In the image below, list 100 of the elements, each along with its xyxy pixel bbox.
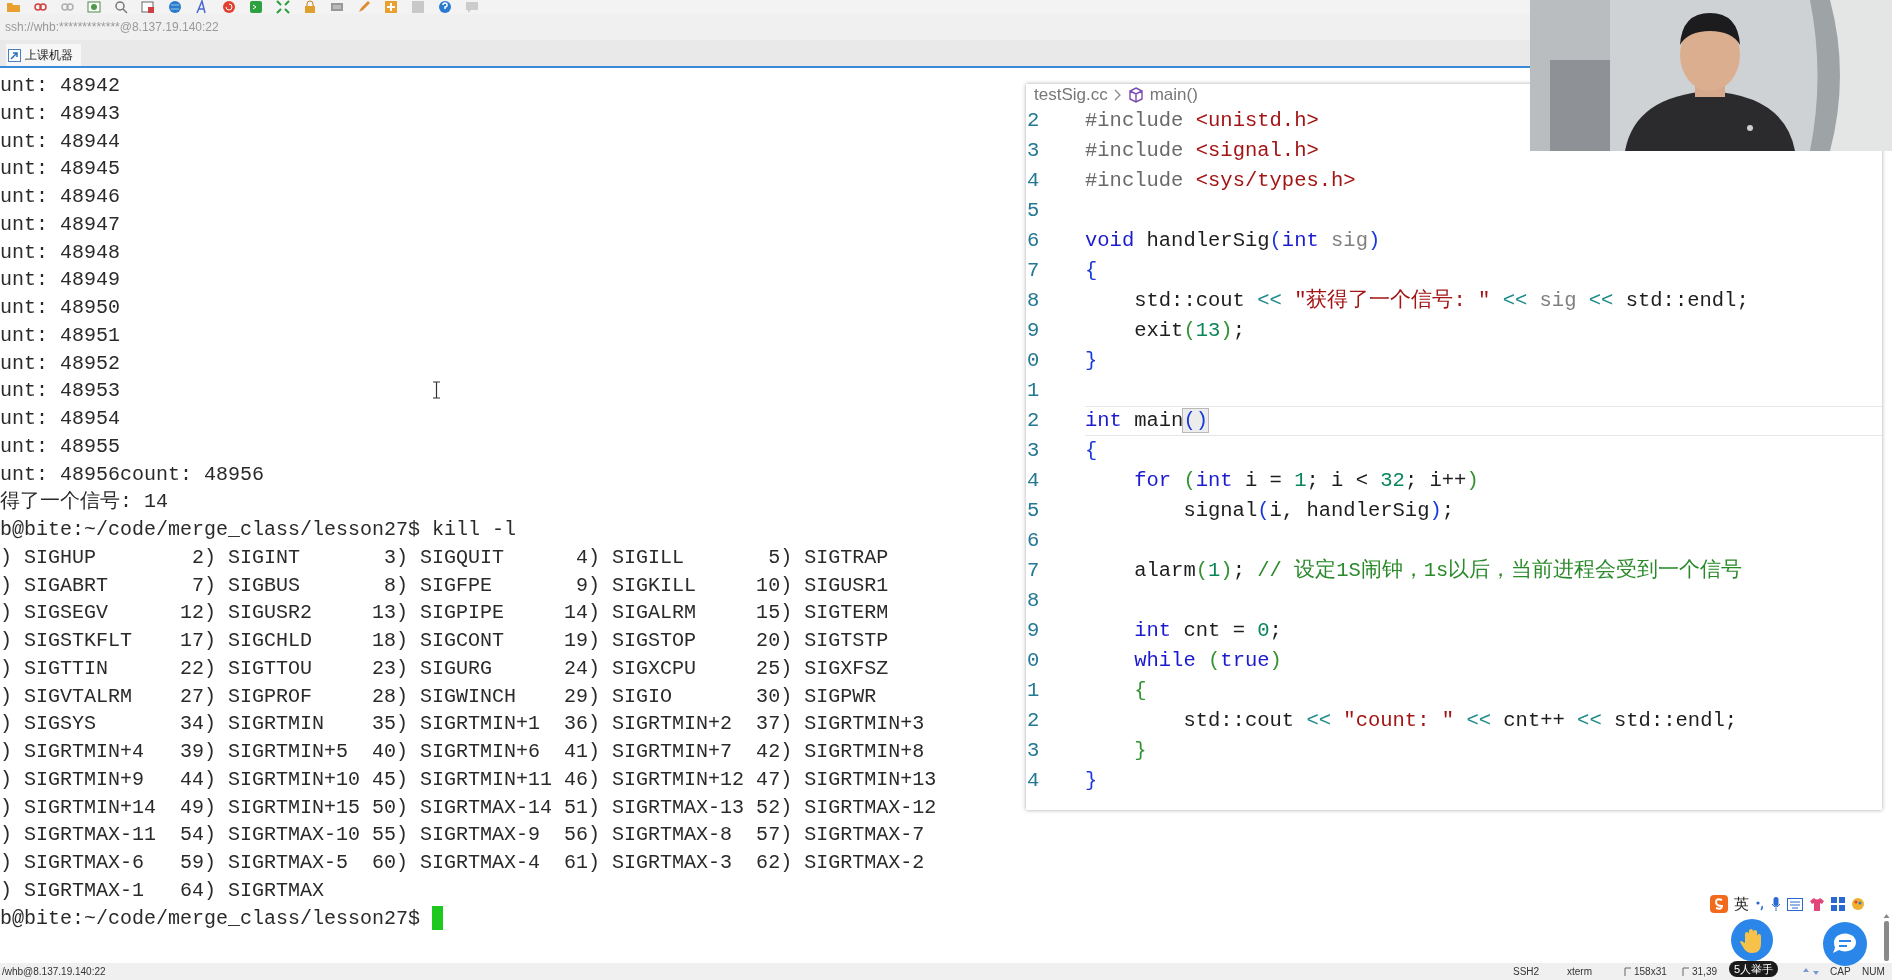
terminal-line: unt: 48955 [0, 433, 121, 460]
arrows-icon [1802, 967, 1820, 976]
line-number: 0 [1026, 348, 1041, 374]
link-icon[interactable] [60, 0, 74, 14]
code-line: signal(i, handlerSig); [1182, 499, 1455, 522]
line-number: 6 [1026, 528, 1041, 554]
terminal-line: unt: 48951 [0, 322, 121, 349]
code-line: void handlerSig(int sig) [1085, 229, 1381, 252]
terminal-line: unt: 48942 [0, 73, 121, 99]
line-number: 4 [1026, 168, 1041, 194]
terminal-line: unt: 48956count: 48956 [0, 461, 265, 488]
keyboard-icon[interactable] [1787, 897, 1803, 911]
expand-icon[interactable] [276, 0, 290, 14]
help-icon[interactable] [438, 0, 452, 14]
line-number: 2 [1026, 708, 1041, 734]
session-tab[interactable]: 上课机器 [6, 44, 81, 66]
search-icon[interactable] [114, 0, 128, 14]
input-mode[interactable]: 英 [1734, 894, 1749, 914]
code-line: #include <sys/types.h> [1085, 169, 1356, 192]
line-number: 1 [1026, 378, 1041, 404]
terminal-icon[interactable] [249, 0, 263, 14]
terminal-line: ) SIGSTKFLT 17) SIGCHLD 18) SIGCONT 19) SIGSTOP 20) SIGTSTP [0, 628, 889, 654]
lock-icon[interactable] [303, 0, 317, 14]
window-icon[interactable] [141, 0, 155, 14]
code-line: { [1085, 439, 1098, 462]
shirt-icon[interactable] [1809, 897, 1825, 911]
code-line: std::cout << "count: " << cnt++ << std::endl; [1182, 709, 1738, 732]
code-line: std::cout << "获得了一个信号: " << sig << std::endl; [1133, 289, 1749, 312]
text-cursor-icon [432, 381, 441, 399]
address-text: ssh://whb:*************@8.137.19.140:22 [5, 20, 219, 34]
ime-logo-icon[interactable] [1710, 895, 1728, 913]
paint-icon[interactable] [1851, 897, 1865, 911]
code-line: { [1133, 679, 1147, 702]
terminal-line: ) SIGABRT 7) SIGBUS 8) SIGFPE 9) SIGKILL 10) SIGUSR1 [0, 572, 889, 599]
status-item: NUM [1862, 966, 1885, 977]
grid-icon[interactable] [1831, 897, 1845, 911]
terminal-line: ) SIGSYS 34) SIGRTMIN 35) SIGRTMIN+1 36) SIGRTMIN+2 37) SIGRTMIN+3 [0, 711, 925, 738]
hand-raise-count: 5人举手 [1729, 961, 1779, 977]
terminal-line: unt: 48952 [0, 350, 121, 377]
chat-icon[interactable] [1823, 922, 1867, 966]
terminal-line: b@bite:~/code/merge_class/lesson27$ kill -l [0, 517, 517, 543]
code-line: #include <signal.h> [1085, 139, 1319, 162]
hand-raise-icon[interactable] [1731, 919, 1773, 961]
plus-icon[interactable] [384, 0, 398, 14]
keyboard-icon[interactable] [330, 0, 344, 14]
code-line: { [1085, 259, 1098, 282]
status-item: SSH2 [1513, 966, 1540, 977]
globe-icon[interactable] [168, 0, 182, 14]
terminal-line: ) SIGSEGV 12) SIGUSR2 13) SIGPIPE 14) SIGALRM 15) SIGTERM [0, 600, 889, 627]
host-text: /whb@8.137.19.140:22 [2, 966, 106, 977]
status-item: CAP [1830, 966, 1851, 977]
chevron-icon [1113, 89, 1122, 101]
terminal-line: ) SIGRTMAX-6 59) SIGRTMAX-5 60) SIGRTMAX-4 61) SIGRTMAX-3 62) SIGRTMAX-2 [0, 850, 925, 876]
terminal-line: unt: 48943 [0, 100, 121, 127]
code-line: } [1085, 769, 1098, 792]
line-number: 6 [1026, 228, 1041, 254]
terminal-line: ) SIGRTMIN+14 49) SIGRTMIN+15 50) SIGRTMAX-14 51) SIGRTMAX-13 52) SIGRTMAX-12 [0, 794, 937, 821]
code-line: exit(13); [1133, 319, 1245, 342]
link-icon[interactable] [33, 0, 47, 14]
code-line: } [1085, 349, 1098, 372]
corner-icon [1682, 967, 1689, 976]
line-number: 3 [1026, 438, 1041, 464]
corner-icon [1624, 967, 1631, 976]
status-item: 158x31 [1634, 966, 1667, 977]
line-number: 5 [1026, 198, 1041, 224]
terminal-cursor [432, 906, 444, 931]
terminal-line: unt: 48954 [0, 406, 121, 432]
scrollbar[interactable] [1882, 913, 1891, 963]
line-number: 8 [1026, 588, 1041, 614]
line-number: 9 [1026, 618, 1041, 644]
line-number: 0 [1026, 648, 1041, 674]
terminal-line: unt: 48946 [0, 184, 121, 210]
terminal-line: unt: 48948 [0, 239, 121, 266]
microphone-icon[interactable] [1771, 896, 1781, 912]
swirl-icon[interactable] [222, 0, 236, 14]
cube-icon [1127, 87, 1144, 103]
terminal-line: unt: 48945 [0, 156, 121, 183]
terminal-line: ) SIGRTMIN+4 39) SIGRTMIN+5 40) SIGRTMIN+6 41) SIGRTMIN+7 42) SIGRTMIN+8 [0, 739, 925, 765]
terminal-line: unt: 48949 [0, 267, 121, 294]
terminal-line: ) SIGRTMAX-11 54) SIGRTMAX-10 55) SIGRTMAX-9 56) SIGRTMAX-8 57) SIGRTMAX-7 [0, 822, 925, 849]
breadcrumb-item[interactable]: main() [1149, 85, 1198, 105]
terminal-line: 得了一个信号: 14 [0, 489, 168, 516]
code-line: int main() [1085, 409, 1209, 432]
code-line: int cnt = 0; [1133, 619, 1282, 642]
status-item: xterm [1567, 966, 1592, 977]
terminal-prompt: b@bite:~/code/merge_class/lesson27$ [0, 905, 422, 932]
line-number: 7 [1026, 558, 1041, 584]
line-number: 3 [1026, 738, 1041, 764]
line-number: 7 [1026, 258, 1041, 284]
line-number: 4 [1026, 468, 1041, 494]
terminal-line: ) SIGRTMIN+9 44) SIGRTMIN+10 45) SIGRTMIN+11 46) SIGRTMIN+12 47) SIGRTMIN+13 [0, 766, 937, 793]
line-number: 2 [1026, 108, 1041, 134]
terminal-line: ) SIGHUP 2) SIGINT 3) SIGQUIT 4) SIGILL 5) SIGTRAP [0, 544, 889, 571]
status-item: 31,39 [1692, 966, 1718, 977]
line-number: 4 [1026, 768, 1041, 794]
terminal-line: unt: 48944 [0, 128, 121, 155]
line-number: 5 [1026, 498, 1041, 524]
line-number: 3 [1026, 138, 1041, 164]
breadcrumb-item[interactable]: testSig.cc [1034, 85, 1108, 105]
font-icon[interactable] [195, 0, 209, 14]
